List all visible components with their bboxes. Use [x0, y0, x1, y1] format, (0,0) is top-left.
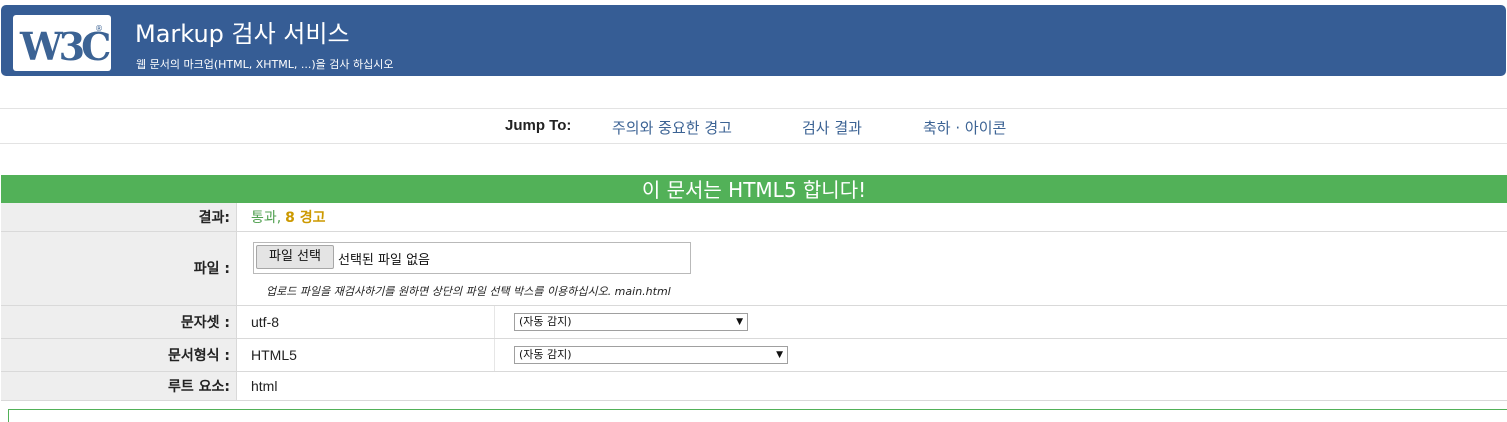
result-row: 결과: 통과, 8 경고: [1, 203, 1507, 231]
root-value: html: [237, 371, 1507, 400]
jump-label: Jump To:: [505, 117, 571, 134]
result-label: 결과:: [1, 203, 237, 231]
root-label: 루트 요소:: [1, 371, 237, 400]
page-title: Markup 검사 서비스: [135, 20, 350, 48]
result-table: 결과: 통과, 8 경고 파일 : 파일 선택 선택된 파일 없음 업로드 파일…: [1, 203, 1507, 401]
choose-file-button[interactable]: 파일 선택: [256, 245, 334, 269]
charset-value: utf-8: [237, 305, 495, 338]
svg-text:®: ®: [95, 24, 103, 33]
congrats-box: [8, 409, 1507, 422]
file-hint: 업로드 파일을 재검사하기를 원하면 상단의 파일 선택 박스를 이용하십시오.…: [266, 283, 1507, 299]
file-input[interactable]: 파일 선택 선택된 파일 없음: [253, 242, 691, 274]
charset-label: 문자셋 :: [1, 305, 237, 338]
charset-select[interactable]: (자동 감지) ▼: [514, 313, 748, 331]
page-subtitle: 웹 문서의 마크업(HTML, XHTML, ...)을 검사 하십시오: [136, 58, 393, 72]
result-headline: 이 문서는 HTML5 합니다!: [1, 175, 1507, 203]
w3c-logo[interactable]: W3C ®: [13, 15, 111, 71]
doctype-row: 문서형식 : HTML5 (자동 감지) ▼: [1, 338, 1507, 371]
doctype-value: HTML5: [237, 338, 495, 371]
doctype-select[interactable]: (자동 감지) ▼: [514, 346, 788, 364]
doctype-select-cell: (자동 감지) ▼: [495, 338, 1507, 371]
jump-link-warnings[interactable]: 주의와 중요한 경고: [612, 117, 732, 138]
header-banner: W3C ® Markup 검사 서비스 웹 문서의 마크업(HTML, XHTM…: [1, 5, 1506, 76]
warnings-link[interactable]: 8 경고: [285, 210, 325, 226]
charset-select-cell: (자동 감지) ▼: [495, 305, 1507, 338]
file-status: 선택된 파일 없음: [338, 249, 430, 268]
jump-link-icons[interactable]: 축하 · 아이콘: [923, 117, 1006, 138]
result-value: 통과, 8 경고: [237, 203, 1507, 231]
jump-link-results[interactable]: 검사 결과: [802, 117, 862, 138]
doctype-label: 문서형식 :: [1, 338, 237, 371]
file-cell: 파일 선택 선택된 파일 없음 업로드 파일을 재검사하기를 원하면 상단의 파…: [237, 231, 1507, 305]
charset-select-value: (자동 감지): [519, 315, 572, 328]
jump-nav: Jump To: 주의와 중요한 경고 검사 결과 축하 · 아이콘: [0, 108, 1507, 144]
dropdown-arrow-icon: ▼: [736, 314, 743, 330]
dropdown-arrow-icon: ▼: [776, 347, 783, 363]
file-label: 파일 :: [1, 231, 237, 305]
charset-row: 문자셋 : utf-8 (자동 감지) ▼: [1, 305, 1507, 338]
root-row: 루트 요소: html: [1, 371, 1507, 400]
file-row: 파일 : 파일 선택 선택된 파일 없음 업로드 파일을 재검사하기를 원하면 …: [1, 231, 1507, 305]
doctype-select-value: (자동 감지): [519, 348, 572, 361]
pass-text: 통과,: [251, 210, 281, 226]
